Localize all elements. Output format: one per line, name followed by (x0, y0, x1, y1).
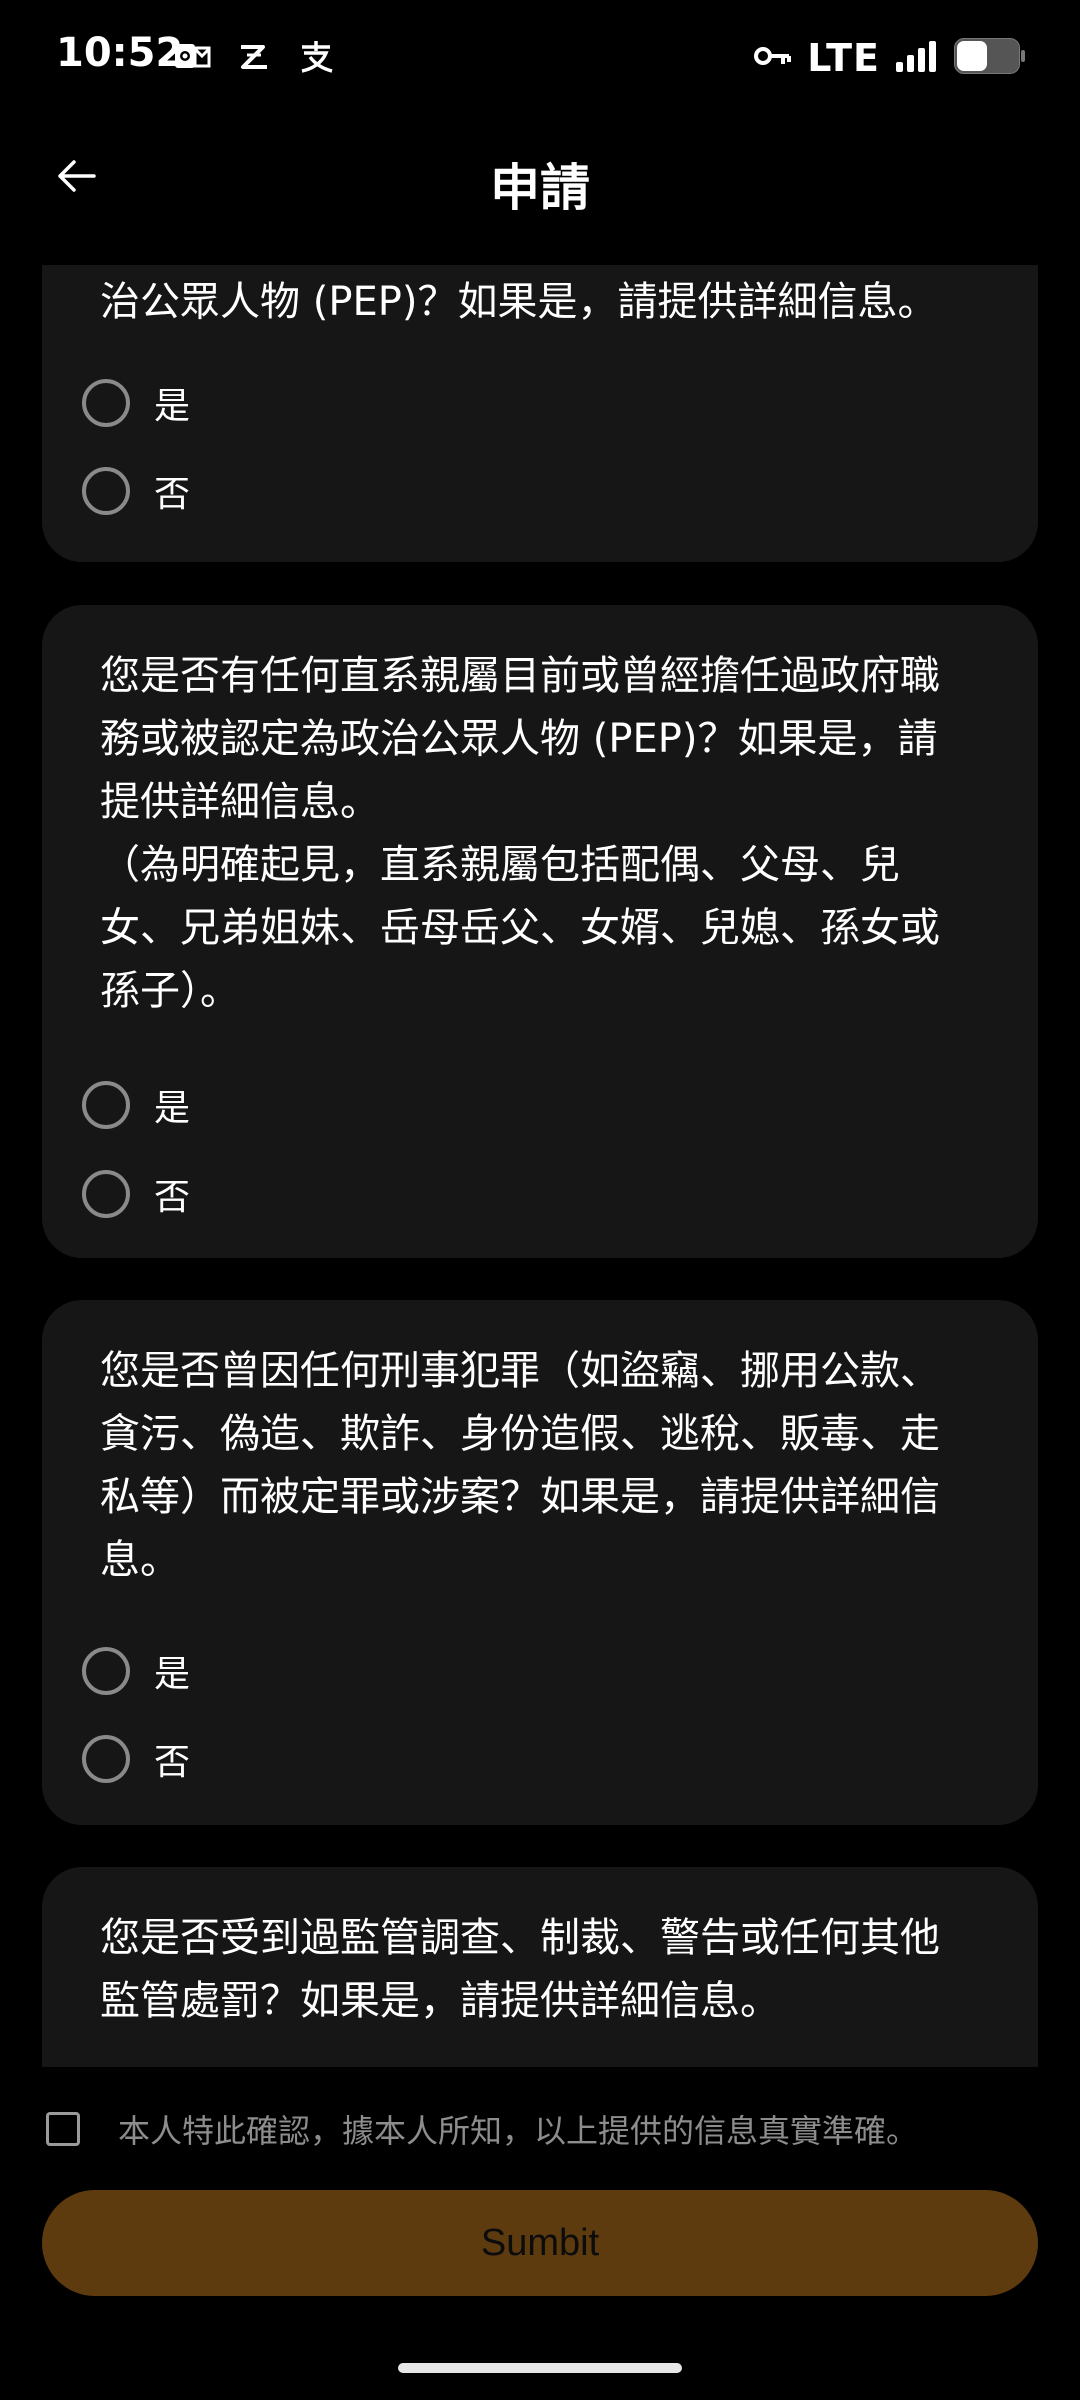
submit-button[interactable]: Sumbit (42, 2190, 1038, 2296)
app-header: 申請 (0, 118, 1080, 240)
alipay-icon (296, 36, 336, 76)
radio-option-no[interactable]: 否 (82, 463, 190, 519)
question-text: 您是否受到過監管調查、制裁、警告或任何其他 監管處罰？如果是，請提供詳細信息。 (100, 1915, 940, 2024)
radio-label: 否 (154, 1177, 191, 1218)
radio-option-yes[interactable]: 是 (82, 375, 190, 431)
radio-label: 是 (154, 1088, 191, 1129)
network-type: LTE (807, 36, 880, 80)
confirm-text: 本人特此確認，據本人所知，以上提供的信息真實準確。 (118, 2112, 919, 2150)
question-list[interactable]: 治公眾人物 (PEP)？如果是，請提供詳細信息。 是 否 您是否有任何直系親屬目… (0, 265, 1080, 2067)
question-card: 您是否曾因任何刑事犯罪（如盜竊、挪用公款、 貪污、偽造、欺詐、身份造假、逃稅、販… (42, 1300, 1038, 1825)
confirm-row[interactable]: 本人特此確認，據本人所知，以上提供的信息真實準確。 (46, 2106, 918, 2152)
question-text: 您是否曾因任何刑事犯罪（如盜竊、挪用公款、 貪污、偽造、欺詐、身份造假、逃稅、販… (100, 1348, 940, 1583)
question-text: 治公眾人物 (PEP)？如果是，請提供詳細信息。 (100, 279, 938, 325)
status-right: LTE (753, 36, 1026, 80)
question-text: 您是否有任何直系親屬目前或曾經擔任過政府職 務或被認定為政治公眾人物 (PEP)… (100, 653, 940, 1014)
radio-option-yes[interactable]: 是 (82, 1077, 190, 1133)
question-card: 您是否受到過監管調查、制裁、警告或任何其他 監管處罰？如果是，請提供詳細信息。 (42, 1867, 1038, 2067)
radio-label: 是 (154, 1654, 191, 1695)
radio-circle[interactable] (82, 1170, 130, 1218)
radio-circle[interactable] (82, 1735, 130, 1783)
battery-icon (954, 38, 1026, 78)
status-bar: 10:52 LTE (0, 0, 1080, 118)
confirm-checkbox[interactable] (46, 2112, 80, 2146)
signal-icon (894, 40, 940, 76)
outlook-icon (172, 36, 212, 76)
radio-circle[interactable] (82, 379, 130, 427)
status-time: 10:52 (56, 30, 184, 76)
radio-circle[interactable] (82, 1081, 130, 1129)
radio-label: 否 (154, 474, 191, 515)
radio-circle[interactable] (82, 1647, 130, 1695)
radio-circle[interactable] (82, 467, 130, 515)
question-card: 您是否有任何直系親屬目前或曾經擔任過政府職 務或被認定為政治公眾人物 (PEP)… (42, 605, 1038, 1258)
question-card: 治公眾人物 (PEP)？如果是，請提供詳細信息。 是 否 (42, 265, 1038, 562)
radio-option-yes[interactable]: 是 (82, 1643, 190, 1699)
radio-label: 否 (154, 1742, 191, 1783)
page-title: 申請 (490, 159, 590, 217)
radio-label: 是 (154, 386, 191, 427)
notification-icons (172, 36, 336, 76)
vpn-key-icon (753, 43, 793, 73)
submit-label: Sumbit (480, 2221, 600, 2264)
zhihu-icon (234, 36, 274, 76)
home-indicator[interactable] (398, 2363, 682, 2373)
radio-option-no[interactable]: 否 (82, 1166, 190, 1222)
radio-option-no[interactable]: 否 (82, 1731, 190, 1787)
